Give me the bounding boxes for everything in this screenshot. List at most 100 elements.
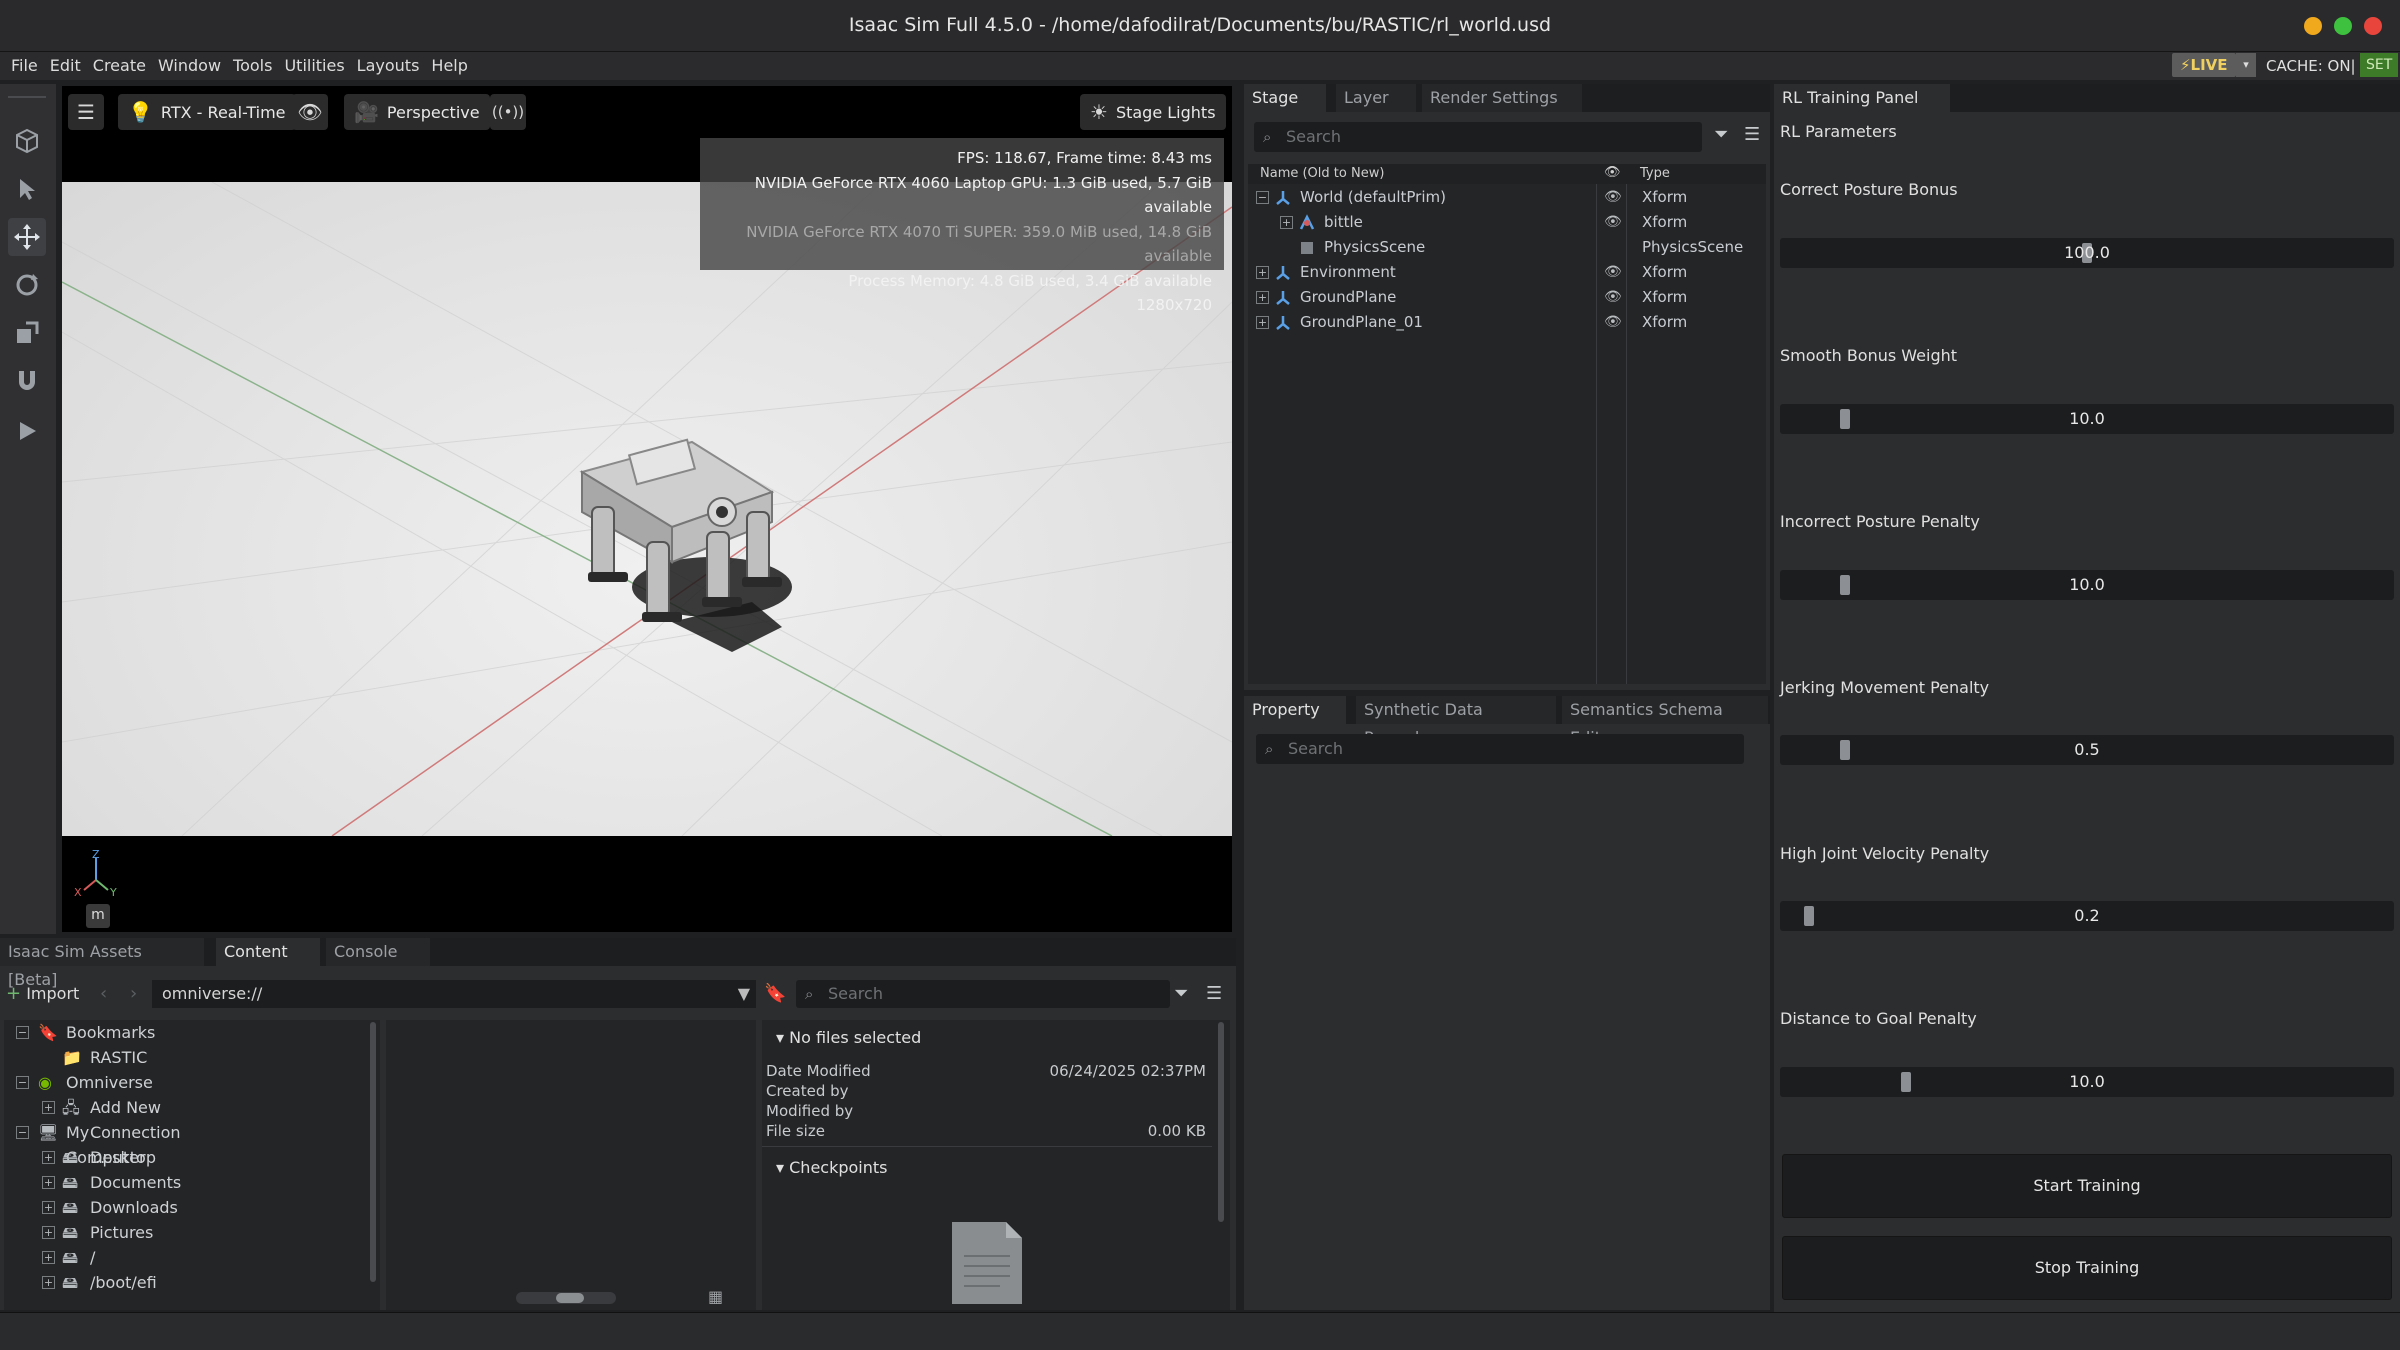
menu-file[interactable]: File (11, 52, 38, 80)
checkpoints-header[interactable]: ▾ Checkpoints (776, 1158, 887, 1177)
visibility-eye-icon[interactable]: 👁 (1604, 185, 1622, 210)
stage-row[interactable]: − World (defaultPrim) 👁 Xform (1248, 185, 1766, 210)
file-grid[interactable]: ▦ (386, 1020, 756, 1310)
expand-icon[interactable]: + (42, 1101, 55, 1114)
import-button[interactable]: + Import (6, 980, 79, 1008)
menu-utilities[interactable]: Utilities (284, 52, 344, 80)
property-search-input[interactable]: ⌕ Search (1256, 734, 1744, 764)
param-slider[interactable]: 10.0 (1780, 1067, 2394, 1097)
scale-icon[interactable] (8, 314, 46, 352)
live-button[interactable]: ⚡LIVE (2172, 53, 2236, 77)
details-scrollbar[interactable] (1218, 1022, 1224, 1222)
visibility-eye-icon[interactable]: 👁 (1604, 285, 1622, 310)
filter-icon[interactable]: ⏷ (1174, 980, 1188, 1008)
tab-render-settings[interactable]: Render Settings (1422, 84, 1582, 112)
snap-magnet-icon[interactable] (8, 362, 46, 400)
zoom-slider-knob[interactable] (556, 1293, 584, 1303)
start-training-button[interactable]: Start Training (1782, 1154, 2392, 1218)
search-icon: ⌕ (1265, 740, 1274, 758)
omniverse-icon: ◉ (38, 1073, 52, 1092)
move-icon[interactable] (8, 218, 46, 256)
param-slider[interactable]: 10.0 (1780, 404, 2394, 434)
minimize-button[interactable] (2304, 17, 2322, 35)
expand-icon[interactable]: + (1280, 216, 1293, 229)
play-icon[interactable] (8, 412, 46, 450)
forward-icon[interactable]: › (130, 980, 137, 1008)
viewport[interactable]: ☰ 💡 RTX - Real-Time 👁 🎥 Perspective ((•)… (62, 86, 1232, 932)
stage-search-input[interactable]: ⌕ Search (1254, 122, 1702, 152)
close-button[interactable] (2364, 17, 2382, 35)
visibility-eye-icon[interactable]: 👁 (1604, 260, 1622, 285)
tab-layer[interactable]: Layer (1336, 84, 1416, 112)
bookmark-icon[interactable]: 🔖 (764, 980, 786, 1008)
tab-rl-training-panel[interactable]: RL Training Panel (1774, 84, 1950, 112)
expand-icon[interactable]: + (1256, 291, 1269, 304)
expand-icon[interactable]: + (42, 1226, 55, 1239)
menu-create[interactable]: Create (93, 52, 146, 80)
expand-icon[interactable]: + (1256, 266, 1269, 279)
tree-scrollbar[interactable] (370, 1022, 376, 1282)
set-button[interactable]: SET (2360, 53, 2399, 77)
param-slider[interactable]: 10.0 (1780, 570, 2394, 600)
tab-content[interactable]: Content (216, 938, 320, 966)
expand-icon[interactable]: + (42, 1201, 55, 1214)
param-slider[interactable]: 100.0 (1780, 238, 2394, 268)
grid-view-icon[interactable]: ▦ (708, 1287, 723, 1306)
expand-icon[interactable]: + (1256, 316, 1269, 329)
select-mode-icon[interactable] (8, 122, 46, 160)
stage-row[interactable]: + bittle 👁 Xform (1248, 210, 1766, 235)
expand-icon[interactable]: + (42, 1251, 55, 1264)
bittle-robot[interactable] (522, 422, 842, 682)
menu-window[interactable]: Window (158, 52, 221, 80)
options-menu-icon[interactable]: ☰ (1206, 980, 1222, 1008)
renderer-button[interactable]: 💡 RTX - Real-Time (118, 94, 296, 130)
collapse-icon[interactable]: − (16, 1026, 29, 1039)
live-dropdown-button[interactable]: ▾ (2236, 53, 2256, 77)
visibility-button[interactable]: 👁 (292, 94, 328, 130)
content-search-input[interactable]: ⌕ Search (796, 980, 1170, 1008)
visibility-eye-icon[interactable]: 👁 (1604, 210, 1622, 235)
tab-semantics-schema-editor[interactable]: Semantics Schema Edit... (1562, 696, 1768, 747)
stage-row[interactable]: PhysicsScene PhysicsScene (1248, 235, 1766, 260)
camera-button[interactable]: 🎥 Perspective (344, 94, 490, 130)
collapse-icon[interactable]: − (16, 1076, 29, 1089)
stop-training-button[interactable]: Stop Training (1782, 1236, 2392, 1300)
tab-synthetic-data-recorder[interactable]: Synthetic Data Recorder (1356, 696, 1556, 747)
stage-row[interactable]: + GroundPlane_01 👁 Xform (1248, 310, 1766, 335)
unit-button[interactable]: m (86, 904, 110, 928)
maximize-button[interactable] (2334, 17, 2352, 35)
path-dropdown-icon[interactable]: ▼ (738, 980, 750, 1008)
details-header[interactable]: ▾ No files selected (776, 1028, 921, 1047)
visibility-eye-icon[interactable]: 👁 (1604, 310, 1622, 335)
col-type-header[interactable]: Type (1640, 166, 1670, 181)
pointer-icon[interactable] (8, 170, 46, 208)
col-visibility-eye-icon[interactable]: 👁 (1604, 165, 1621, 180)
expand-icon[interactable]: + (42, 1276, 55, 1289)
stage-row[interactable]: + GroundPlane 👁 Xform (1248, 285, 1766, 310)
broadcast-button[interactable]: ((•)) (490, 94, 526, 130)
tab-stage[interactable]: Stage (1244, 84, 1326, 112)
param-slider[interactable]: 0.2 (1780, 901, 2394, 931)
menu-tools[interactable]: Tools (233, 52, 272, 80)
rotate-icon[interactable] (8, 266, 46, 304)
options-menu-icon[interactable]: ☰ (1744, 124, 1760, 145)
back-icon[interactable]: ‹ (100, 980, 107, 1008)
param-slider[interactable]: 0.5 (1780, 735, 2394, 765)
stage-row[interactable]: + Environment 👁 Xform (1248, 260, 1766, 285)
filter-icon[interactable]: ⏷ (1714, 124, 1728, 145)
stage-lights-button[interactable]: ☀ Stage Lights (1080, 94, 1226, 130)
tab-property[interactable]: Property (1244, 696, 1346, 724)
path-input[interactable]: omniverse:// ▼ (152, 980, 756, 1008)
col-name-header[interactable]: Name (Old to New) (1260, 166, 1384, 181)
expand-icon[interactable]: + (42, 1176, 55, 1189)
expand-icon[interactable]: + (42, 1151, 55, 1164)
tab-console[interactable]: Console (326, 938, 430, 966)
zoom-slider-track[interactable] (516, 1292, 616, 1304)
collapse-icon[interactable]: − (1256, 191, 1269, 204)
menu-layouts[interactable]: Layouts (357, 52, 420, 80)
menu-help[interactable]: Help (431, 52, 467, 80)
menu-edit[interactable]: Edit (50, 52, 81, 80)
collapse-icon[interactable]: − (16, 1126, 29, 1139)
viewport-settings-button[interactable]: ☰ (68, 94, 104, 130)
tab-isaac-sim-assets[interactable]: Isaac Sim Assets [Beta] (0, 938, 204, 989)
